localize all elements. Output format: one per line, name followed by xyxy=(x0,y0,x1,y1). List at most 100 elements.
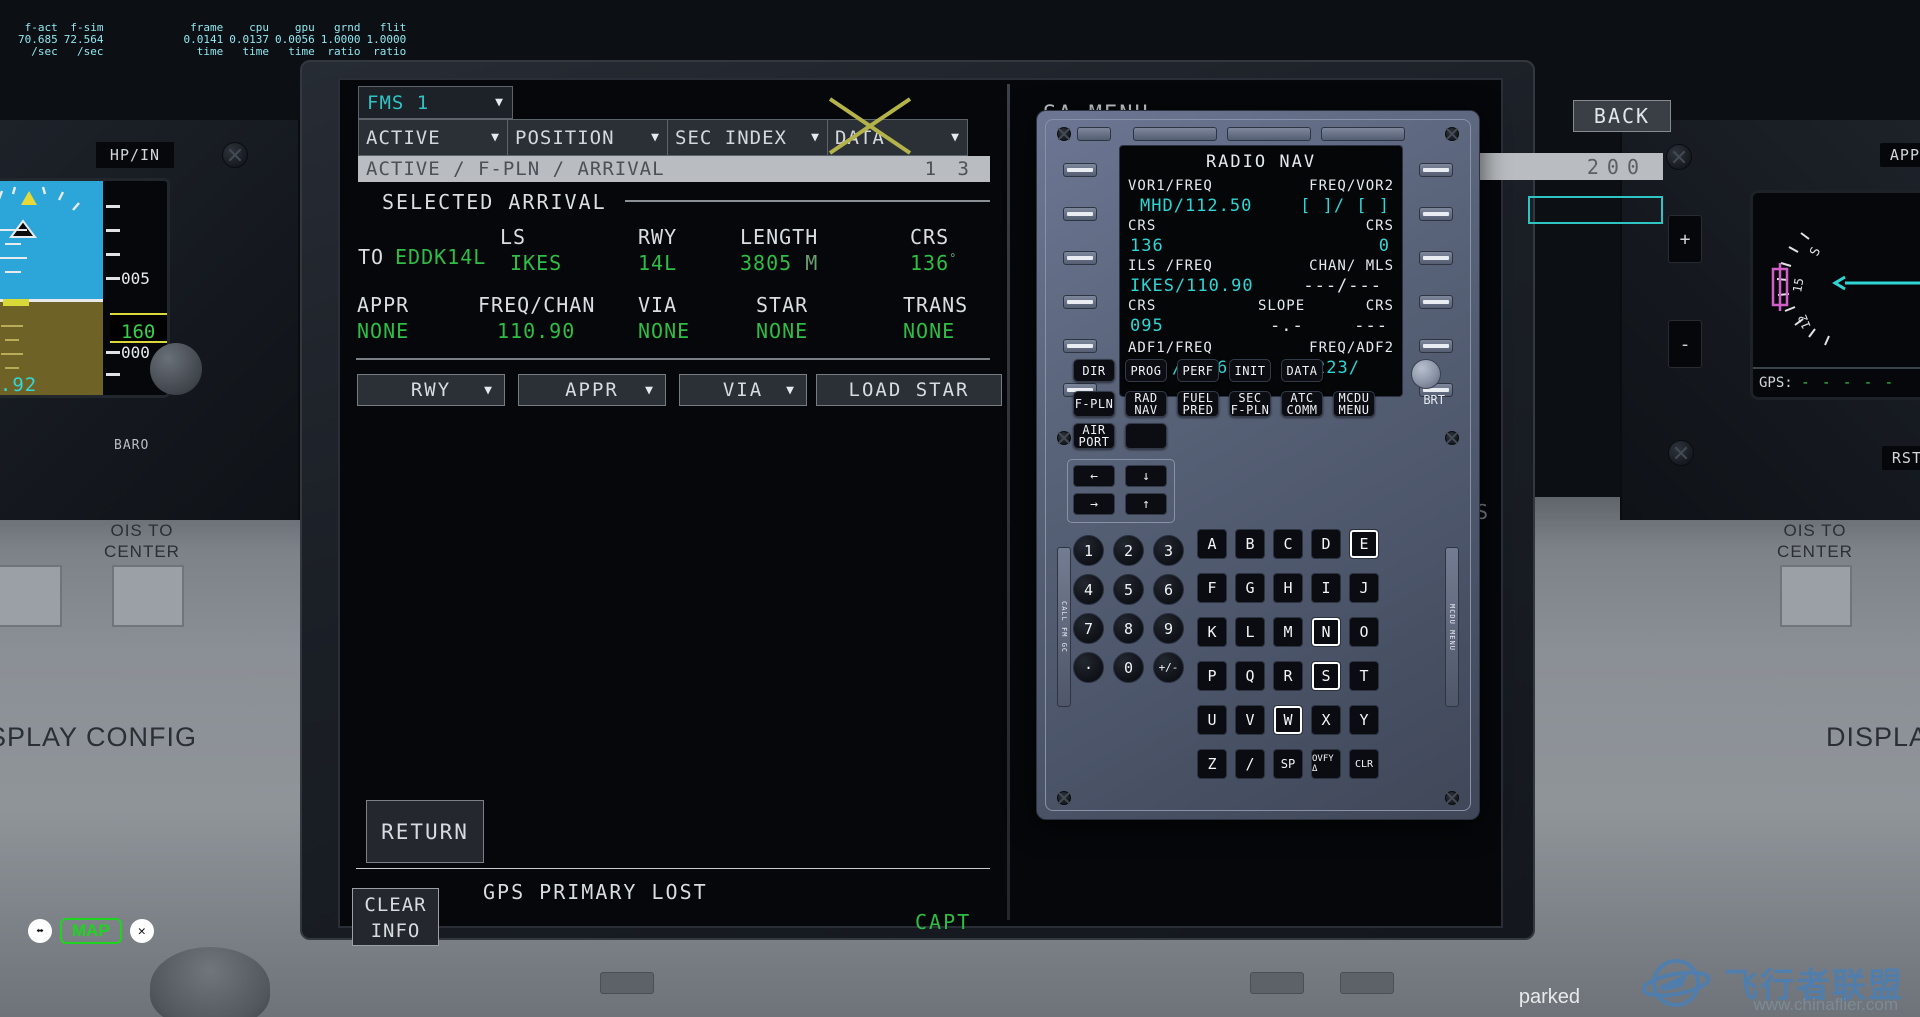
mcdu-key-u[interactable]: U xyxy=(1197,705,1227,735)
mcdu-key-y[interactable]: Y xyxy=(1349,705,1379,735)
mcdu-num-3[interactable]: 3 xyxy=(1153,535,1184,566)
mcdu-arrow-down[interactable]: ↓ xyxy=(1125,465,1167,487)
mcdu-key-m[interactable]: M xyxy=(1273,617,1303,647)
mcdu-key-r[interactable]: R xyxy=(1273,661,1303,691)
range-increase-button[interactable]: + xyxy=(1668,215,1702,263)
mcdu-key-t[interactable]: T xyxy=(1349,661,1379,691)
mcdu-key-overfly[interactable]: OVFY Δ xyxy=(1311,749,1341,779)
mcdu-key-l[interactable]: L xyxy=(1235,617,1265,647)
mcdu-key-w[interactable]: W xyxy=(1273,705,1303,735)
tab-position[interactable]: POSITION ▼ xyxy=(508,119,668,156)
mcdu-num-5[interactable]: 5 xyxy=(1113,574,1144,605)
tab-data[interactable]: DATA ▼ xyxy=(828,119,968,156)
mcdu-key-n[interactable]: N xyxy=(1311,617,1341,647)
tab-sec-index[interactable]: SEC INDEX ▼ xyxy=(668,119,828,156)
mcdu-key-g[interactable]: G xyxy=(1235,573,1265,603)
mcdu-key-c[interactable]: C xyxy=(1273,529,1303,559)
tab-active[interactable]: ACTIVE ▼ xyxy=(358,119,508,156)
close-icon[interactable]: ✕ xyxy=(129,919,154,943)
mcdu-arrow-right[interactable]: → xyxy=(1073,493,1115,515)
mcdu-key-o[interactable]: O xyxy=(1349,617,1379,647)
rst-button[interactable]: RST xyxy=(1881,446,1920,470)
mcdu-key-atc-comm[interactable]: ATC COMM xyxy=(1281,391,1323,417)
clear-info-button[interactable]: CLEAR INFO xyxy=(352,888,439,946)
ois-button-far-left[interactable] xyxy=(0,565,62,627)
mcdu-key-airport[interactable]: AIR PORT xyxy=(1073,423,1115,449)
mcdu-value-slope[interactable]: -.- xyxy=(1270,316,1304,336)
mcdu-key-p[interactable]: P xyxy=(1197,661,1227,691)
back-button[interactable]: BACK xyxy=(1573,100,1671,132)
mcdu-key-i[interactable]: I xyxy=(1311,573,1341,603)
lsk-right-5[interactable] xyxy=(1419,339,1453,353)
map-toggle-button[interactable]: MAP xyxy=(60,918,122,944)
mcdu-key-e[interactable]: E xyxy=(1349,529,1379,559)
mcdu-num-dot[interactable]: · xyxy=(1073,652,1104,683)
mcdu-value-crs-3[interactable]: 095 xyxy=(1130,316,1164,336)
mcdu-key-init[interactable]: INIT xyxy=(1229,359,1271,382)
mcdu-num-plusminus[interactable]: +/- xyxy=(1153,652,1184,683)
mcdu-value-vor1-freq[interactable]: MHD/112.50 xyxy=(1140,196,1252,216)
mcdu-key-x[interactable]: X xyxy=(1311,705,1341,735)
mcdu-key-v[interactable]: V xyxy=(1235,705,1265,735)
range-decrease-button[interactable]: - xyxy=(1668,320,1702,368)
lsk-left-5[interactable] xyxy=(1063,339,1097,353)
ois-to-center-button-left[interactable] xyxy=(112,565,184,627)
lsk-left-3[interactable] xyxy=(1063,251,1097,265)
lsk-right-4[interactable] xyxy=(1419,295,1453,309)
mcdu-value-crs-4[interactable]: --- xyxy=(1354,316,1388,336)
mcdu-value-crs-1[interactable]: 136 xyxy=(1130,236,1164,256)
mcdu-key-sec-fpln[interactable]: SEC F-PLN xyxy=(1229,391,1271,417)
mcdu-key-h[interactable]: H xyxy=(1273,573,1303,603)
mcdu-value-ils-freq[interactable]: IKES/110.90 xyxy=(1130,276,1254,296)
mcdu-key-b[interactable]: B xyxy=(1235,529,1265,559)
mcdu-num-6[interactable]: 6 xyxy=(1153,574,1184,605)
mcdu-num-2[interactable]: 2 xyxy=(1113,535,1144,566)
mcdu-num-1[interactable]: 1 xyxy=(1073,535,1104,566)
mcdu-key-space[interactable]: SP xyxy=(1273,749,1303,779)
mcdu-key-s[interactable]: S xyxy=(1311,661,1341,691)
mcdu-key-data[interactable]: DATA xyxy=(1281,359,1323,382)
mcdu-key-z[interactable]: Z xyxy=(1197,749,1227,779)
mcdu-value-chan-mls[interactable]: ---/--- xyxy=(1303,276,1382,296)
rwy-dropdown-button[interactable]: RWY ▼ xyxy=(357,374,505,406)
mcdu-key-fpln[interactable]: F-PLN xyxy=(1073,391,1115,417)
lsk-left-1[interactable] xyxy=(1063,163,1097,177)
baro-knob[interactable] xyxy=(150,343,202,395)
mcdu-key-dir[interactable]: DIR xyxy=(1073,359,1115,382)
mcdu-key-fuel-pred[interactable]: FUEL PRED xyxy=(1177,391,1219,417)
lsk-left-4[interactable] xyxy=(1063,295,1097,309)
mcdu-value-crs-2[interactable]: 0 xyxy=(1379,236,1390,256)
mcdu-num-8[interactable]: 8 xyxy=(1113,613,1144,644)
mcdu-key-mcdu-menu[interactable]: MCDU MENU xyxy=(1333,391,1375,417)
mcdu-num-4[interactable]: 4 xyxy=(1073,574,1104,605)
mcdu-key-blank[interactable] xyxy=(1125,423,1167,449)
fms-unit-selector[interactable]: FMS 1 ▼ xyxy=(358,86,513,119)
mcdu-key-q[interactable]: Q xyxy=(1235,661,1265,691)
mcdu-num-9[interactable]: 9 xyxy=(1153,613,1184,644)
pan-icon[interactable]: ⬌ xyxy=(28,919,52,943)
mcdu-key-f[interactable]: F xyxy=(1197,573,1227,603)
lsk-left-2[interactable] xyxy=(1063,207,1097,221)
mcdu-arrow-left[interactable]: ← xyxy=(1073,465,1115,487)
mcdu-key-clear[interactable]: CLR xyxy=(1349,749,1379,779)
lsk-right-3[interactable] xyxy=(1419,251,1453,265)
mcdu-num-7[interactable]: 7 xyxy=(1073,613,1104,644)
mcdu-key-perf[interactable]: PERF xyxy=(1177,359,1219,382)
mcdu-value-freq-vor2[interactable]: [ ]/ [ ] xyxy=(1300,196,1390,216)
mcdu-key-rad-nav[interactable]: RAD NAV xyxy=(1125,391,1167,417)
appr-dropdown-button[interactable]: APPR ▼ xyxy=(518,374,666,406)
brightness-knob[interactable] xyxy=(1411,359,1441,389)
mcdu-key-k[interactable]: K xyxy=(1197,617,1227,647)
mcdu-key-j[interactable]: J xyxy=(1349,573,1379,603)
lsk-right-1[interactable] xyxy=(1419,163,1453,177)
mcdu-key-prog[interactable]: PROG xyxy=(1125,359,1167,382)
ois-to-center-button-right[interactable] xyxy=(1780,565,1852,627)
load-star-button[interactable]: LOAD STAR xyxy=(816,374,1002,406)
mcdu-key-a[interactable]: A xyxy=(1197,529,1227,559)
lsk-right-2[interactable] xyxy=(1419,207,1453,221)
mcdu-key-slash[interactable]: / xyxy=(1235,749,1265,779)
mcdu-key-d[interactable]: D xyxy=(1311,529,1341,559)
mcdu-arrow-up[interactable]: ↑ xyxy=(1125,493,1167,515)
mcdu-num-0[interactable]: 0 xyxy=(1113,652,1144,683)
via-dropdown-button[interactable]: VIA ▼ xyxy=(679,374,807,406)
